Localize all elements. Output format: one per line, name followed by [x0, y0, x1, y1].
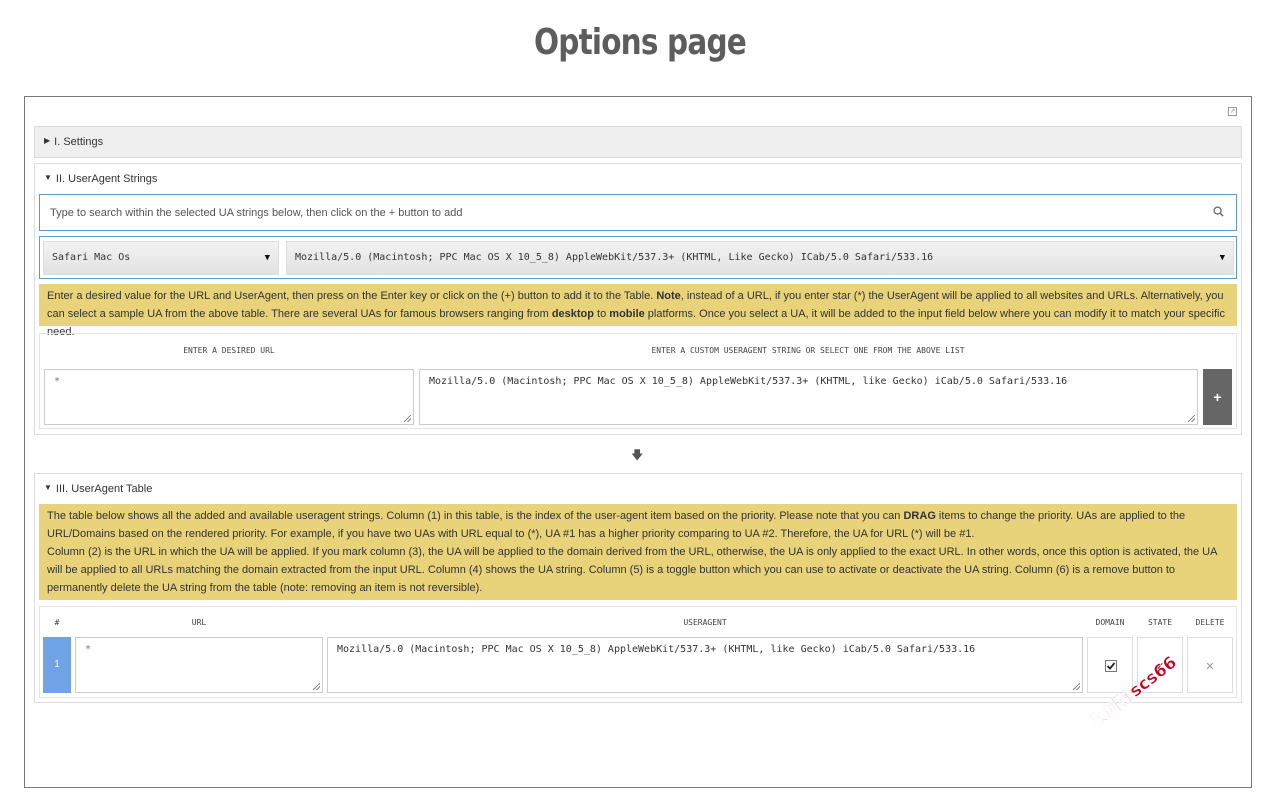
useragent-input[interactable]: Mozilla/5.0 (Macintosh; PPC Mac OS X 10_… [419, 369, 1198, 425]
resize-handle-icon[interactable] [1073, 683, 1080, 690]
note-text: Enter a desired value for the URL and Us… [47, 290, 657, 302]
row-url-value: * [85, 644, 92, 655]
close-icon: ✕ [1205, 661, 1215, 673]
url-input[interactable]: * [44, 369, 414, 425]
settings-label: I. Settings [54, 136, 104, 148]
chevron-down-icon: ▼ [264, 253, 270, 263]
note-text: to [594, 308, 610, 320]
url-column-header: URL [191, 618, 207, 627]
note-text: The table below shows all the added and … [47, 510, 904, 522]
ua-column-header: ENTER A CUSTOM USERAGENT STRING OR SELEC… [651, 346, 965, 355]
resize-handle-icon[interactable] [404, 415, 411, 422]
resize-handle-icon[interactable] [1188, 415, 1195, 422]
ua-table-note: The table below shows all the added and … [39, 504, 1237, 600]
collapsed-triangle-icon: ▶ [44, 136, 51, 146]
delete-button[interactable]: ✕ [1187, 637, 1233, 693]
index-column-header: # [54, 618, 60, 627]
note-bold: Note [656, 290, 681, 302]
arrow-down-icon: 🡇 [631, 448, 644, 462]
ua-select-row: Safari Mac Os ▼ Mozilla/5.0 (Macintosh; … [39, 236, 1237, 279]
row-useragent-value: Mozilla/5.0 (Macintosh; PPC Mac OS X 10_… [337, 644, 976, 655]
expanded-triangle-icon: ▼ [44, 173, 52, 183]
url-input-value: * [54, 376, 61, 387]
section-settings: ▶ I. Settings [34, 126, 1242, 158]
browser-select-value: Safari Mac Os [52, 252, 131, 263]
note-text: Column (2) is the URL in which the UA wi… [47, 546, 1217, 594]
expand-icon[interactable]: ↗ [1228, 107, 1237, 116]
ua-table-label: III. UserAgent Table [55, 483, 153, 495]
note-bold: DRAG [903, 510, 936, 522]
useragent-input-value: Mozilla/5.0 (Macintosh; PPC Mac OS X 10_… [429, 376, 1068, 387]
ua-search-box [39, 194, 1237, 231]
row-useragent-input[interactable]: Mozilla/5.0 (Macintosh; PPC Mac OS X 10_… [327, 637, 1083, 693]
ua-table: # URL USERAGENT DOMAIN STATE DELETE 1 * … [39, 606, 1237, 698]
section-ua-table: ▼ III. UserAgent Table The table below sh… [34, 473, 1242, 703]
chevron-down-icon: ▼ [1219, 253, 1225, 263]
ua-strings-header[interactable]: ▼ II. UserAgent Strings [35, 164, 1241, 194]
ua-table-header[interactable]: ▼ III. UserAgent Table [35, 474, 1241, 504]
settings-header[interactable]: ▶ I. Settings [35, 127, 1241, 157]
delete-column-header: DELETE [1195, 618, 1225, 627]
options-frame: ↗ ▶I. Settings ▼II. UserAgent Strings Sa… [24, 96, 1252, 788]
ua-search-input[interactable] [40, 195, 1190, 230]
note-bold: desktop [551, 308, 594, 320]
row-index-handle[interactable]: 1 [43, 637, 71, 693]
search-icon[interactable] [1213, 206, 1224, 217]
add-button[interactable]: + [1203, 369, 1232, 425]
section-ua-strings: ▼II. UserAgent Strings Safari Mac Os ▼ M… [34, 163, 1242, 435]
domain-checkbox[interactable] [1105, 660, 1117, 672]
resize-handle-icon[interactable] [313, 683, 320, 690]
add-ua-panel: ENTER A DESIRED URL ENTER A CUSTOM USERA… [39, 333, 1237, 429]
row-url-input[interactable]: * [75, 637, 323, 693]
ua-strings-note: Enter a desired value for the URL and Us… [39, 284, 1237, 338]
domain-column-header: DOMAIN [1095, 618, 1125, 627]
ua-strings-label: II. UserAgent Strings [55, 173, 158, 185]
ua-select-value: Mozilla/5.0 (Macintosh; PPC Mac OS X 10_… [295, 252, 934, 263]
browser-select[interactable]: Safari Mac Os ▼ [43, 241, 279, 275]
expanded-triangle-icon: ▼ [44, 483, 52, 493]
state-column-header: STATE [1147, 618, 1173, 627]
page-title: Options page [534, 22, 747, 63]
useragent-column-header: USERAGENT [683, 618, 727, 627]
ua-select[interactable]: Mozilla/5.0 (Macintosh; PPC Mac OS X 10_… [286, 241, 1234, 275]
url-column-header: ENTER A DESIRED URL [183, 346, 275, 355]
note-bold: mobile [609, 308, 645, 320]
